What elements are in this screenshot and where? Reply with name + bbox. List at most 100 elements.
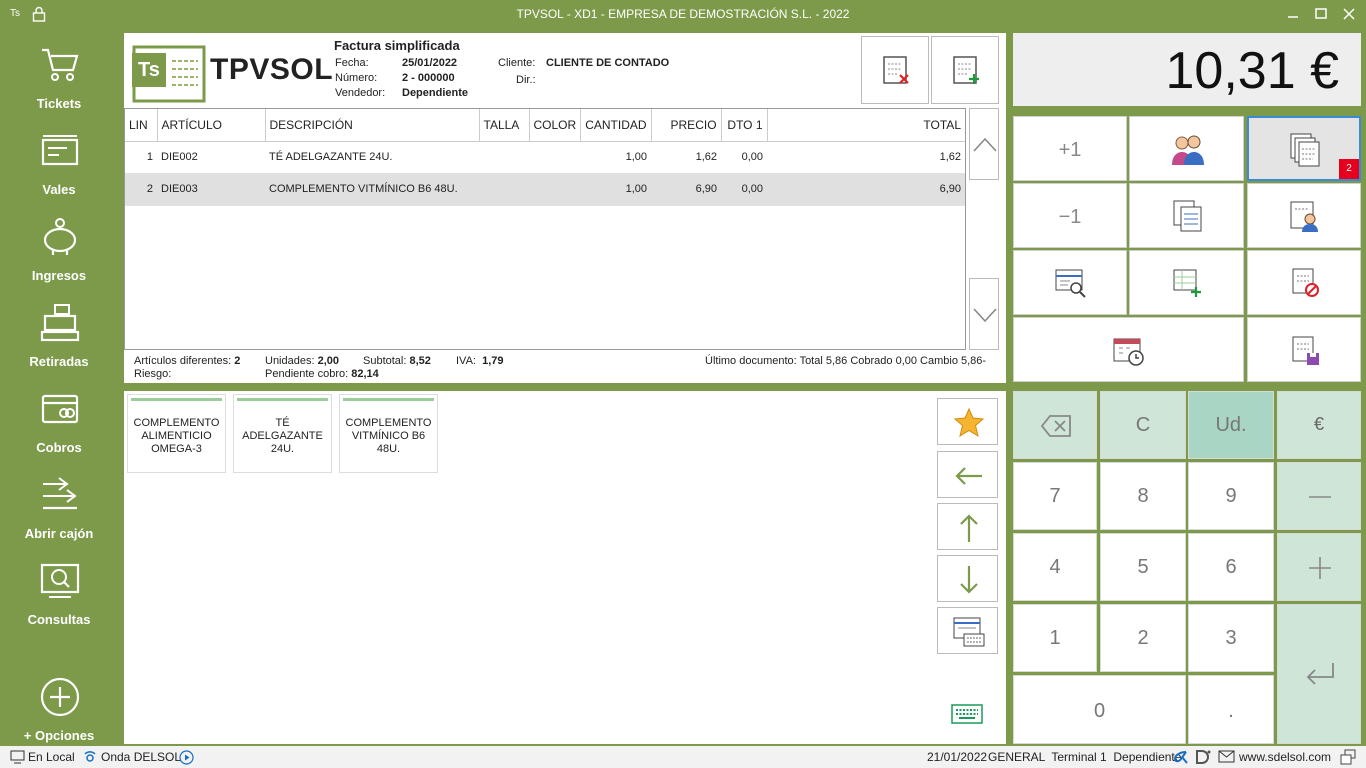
minus-one-button[interactable]: −1 xyxy=(1013,183,1127,248)
table-add-icon xyxy=(1173,269,1201,297)
col-precio[interactable]: PRECIO xyxy=(651,109,722,142)
sidebar-item-opciones[interactable]: + Opciones xyxy=(0,670,118,750)
sidebar-item-label: Abrir cajón xyxy=(24,526,94,541)
radio-wave-icon xyxy=(84,751,96,762)
customers-button[interactable] xyxy=(1129,116,1244,181)
ticket-cancel-icon xyxy=(1292,268,1319,297)
table-row[interactable]: 2 DIE003 COMPLEMENTO VITMÍNICO B6 48U. 1… xyxy=(125,173,965,206)
sidebar-item-tickets[interactable]: Tickets xyxy=(0,38,118,118)
plus-key[interactable] xyxy=(1277,533,1361,601)
scroll-up-button[interactable] xyxy=(969,108,999,180)
col-lin[interactable]: LIN xyxy=(125,109,158,142)
status-web[interactable]: www.sdelsol.com xyxy=(1239,750,1331,764)
status-onda[interactable]: Onda DELSOL xyxy=(101,750,181,764)
save-ticket-button[interactable] xyxy=(1247,317,1361,382)
minus-key[interactable] xyxy=(1277,462,1361,530)
key-5[interactable]: 5 xyxy=(1100,533,1186,601)
sidebar-item-ingresos[interactable]: Ingresos xyxy=(0,210,118,290)
window-keyboard-icon xyxy=(953,617,985,647)
backspace-key[interactable] xyxy=(1013,391,1097,459)
col-dto[interactable]: DTO 1 xyxy=(721,109,768,142)
keyboard-icon[interactable] xyxy=(951,704,983,724)
new-ticket-button[interactable] xyxy=(931,36,999,104)
mail-icon[interactable] xyxy=(1218,750,1235,763)
ticket-lines-grid: LIN ARTÍCULO DESCRIPCIÓN TALLA COLOR CAN… xyxy=(124,108,966,350)
window-title: TPVSOL - XD1 - EMPRESA DE DEMOSTRACIÓN S… xyxy=(516,7,850,21)
arrow-down-icon xyxy=(960,566,978,594)
card-icon xyxy=(41,394,79,424)
move-up-button[interactable] xyxy=(937,503,998,550)
key-1[interactable]: 1 xyxy=(1013,604,1097,672)
back-button[interactable] xyxy=(937,451,998,498)
product-button[interactable]: TÉ ADELGAZANTE 24U. xyxy=(233,394,332,473)
delsol-d-icon xyxy=(1196,750,1211,764)
calendar-button[interactable] xyxy=(1013,317,1244,382)
close-icon[interactable] xyxy=(1338,4,1360,24)
vendedor-label: Vendedor: xyxy=(335,87,386,99)
favorites-button[interactable] xyxy=(937,398,998,445)
product-button[interactable]: COMPLEMENTO ALIMENTICIO OMEGA-3 xyxy=(127,394,226,473)
plus-one-button[interactable]: +1 xyxy=(1013,116,1127,181)
key-6[interactable]: 6 xyxy=(1188,533,1274,601)
key-label: . xyxy=(1228,700,1234,722)
arrow-left-icon xyxy=(955,467,982,485)
table-row[interactable]: 1 DIE002 TÉ ADELGAZANTE 24U. 1,00 1,62 0… xyxy=(125,141,965,174)
move-down-button[interactable] xyxy=(937,555,998,602)
key-label: € xyxy=(1313,414,1324,434)
numero-value: 2 - 000000 xyxy=(402,72,455,84)
col-talla[interactable]: TALLA xyxy=(479,109,530,142)
decimal-key[interactable]: . xyxy=(1188,675,1274,744)
col-descripcion[interactable]: DESCRIPCIÓN xyxy=(265,109,480,142)
scroll-down-button[interactable] xyxy=(969,278,999,350)
sidebar-item-cobros[interactable]: Cobros xyxy=(0,382,118,462)
cliente-value[interactable]: CLIENTE DE CONTADO xyxy=(546,57,669,69)
sidebar-item-vales[interactable]: Vales xyxy=(0,124,118,204)
key-9[interactable]: 9 xyxy=(1188,462,1274,530)
cancel-ticket-button[interactable] xyxy=(1247,250,1361,315)
sidebar-item-abrir-cajon[interactable]: Abrir cajón xyxy=(0,468,118,548)
units-key[interactable]: Ud. xyxy=(1188,391,1274,459)
euro-key[interactable]: € xyxy=(1277,391,1361,459)
windows-icon[interactable] xyxy=(1340,749,1356,765)
search-items-button[interactable] xyxy=(1013,250,1127,315)
ticket-customer-button[interactable] xyxy=(1247,183,1361,248)
key-3[interactable]: 3 xyxy=(1188,604,1274,672)
key-label: 2 xyxy=(1137,627,1149,649)
cell-precio: 6,90 xyxy=(651,173,722,206)
cell-dto: 0,00 xyxy=(721,173,768,206)
key-4[interactable]: 4 xyxy=(1013,533,1097,601)
pending-tickets-button[interactable]: 2 xyxy=(1247,116,1361,181)
col-cantidad[interactable]: CANTIDAD xyxy=(580,109,652,142)
status-local[interactable]: En Local xyxy=(28,750,75,764)
product-label: COMPLEMENTO VITMÍNICO B6 48U. xyxy=(345,417,432,455)
col-color[interactable]: COLOR xyxy=(529,109,582,142)
product-label: COMPLEMENTO ALIMENTICIO OMEGA-3 xyxy=(133,417,220,455)
minimize-icon[interactable] xyxy=(1282,4,1304,24)
delete-ticket-button[interactable] xyxy=(861,36,929,104)
iva-value: 1,79 xyxy=(482,355,504,367)
piggy-bank-icon xyxy=(43,218,77,255)
summary-subtotal: Subtotal: 8,52 xyxy=(363,355,431,367)
enter-key[interactable] xyxy=(1277,604,1361,744)
sidebar-item-consultas[interactable]: Consultas xyxy=(0,554,118,634)
minus-icon xyxy=(1309,496,1331,498)
col-total[interactable]: TOTAL xyxy=(767,109,965,142)
cell-descripcion: TÉ ADELGAZANTE 24U. xyxy=(265,141,479,174)
logo-badge: Ts xyxy=(138,59,160,81)
sidebar-item-retiradas[interactable]: Retiradas xyxy=(0,296,118,376)
key-8[interactable]: 8 xyxy=(1100,462,1186,530)
add-line-button[interactable] xyxy=(1129,250,1244,315)
key-2[interactable]: 2 xyxy=(1100,604,1186,672)
col-articulo[interactable]: ARTÍCULO xyxy=(157,109,266,142)
play-icon[interactable] xyxy=(179,750,194,765)
key-0[interactable]: 0 xyxy=(1013,675,1186,744)
maximize-icon[interactable] xyxy=(1310,4,1332,24)
product-bar xyxy=(237,398,328,401)
product-keyboard-button[interactable] xyxy=(937,607,998,654)
key-7[interactable]: 7 xyxy=(1013,462,1097,530)
product-button[interactable]: COMPLEMENTO VITMÍNICO B6 48U. xyxy=(339,394,438,473)
copy-documents-button[interactable] xyxy=(1129,183,1244,248)
summary-articulos: Artículos diferentes: 2 xyxy=(134,355,240,367)
clear-key[interactable]: C xyxy=(1100,391,1186,459)
cell-color xyxy=(529,173,581,206)
